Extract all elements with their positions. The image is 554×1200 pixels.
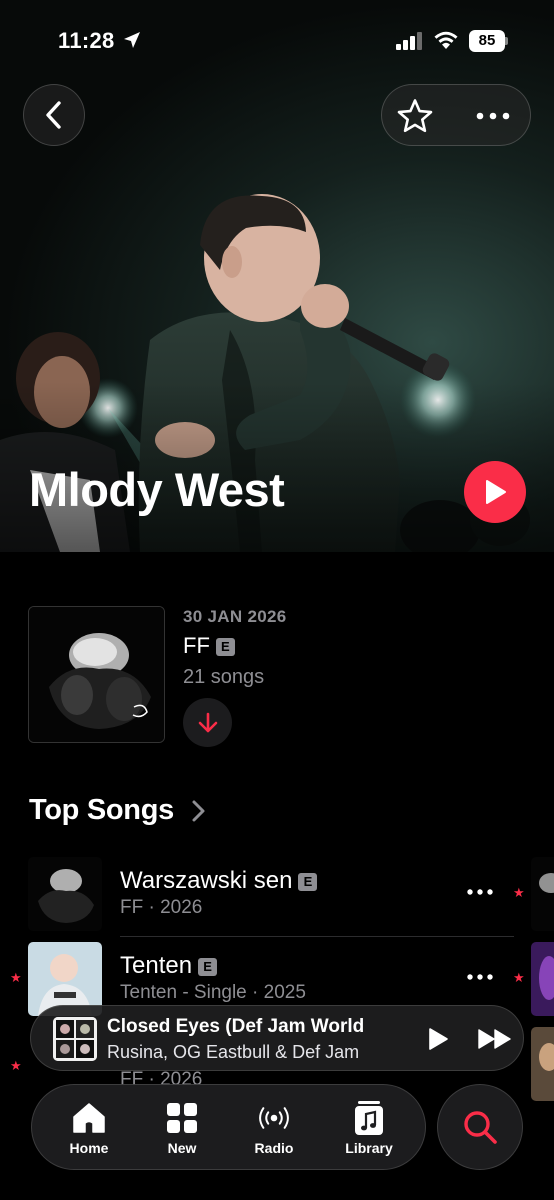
status-time: 11:28: [58, 28, 115, 53]
chevron-left-icon: [46, 101, 61, 129]
song-row[interactable]: Warszawski sen E FF · 2026 ★: [0, 855, 554, 935]
release-title-text: FF: [183, 633, 210, 658]
row-divider: [120, 936, 514, 937]
next-column-artwork[interactable]: [531, 1027, 554, 1101]
wifi-icon: [434, 31, 458, 49]
battery-tip: [505, 37, 508, 45]
ellipsis-icon: [467, 889, 493, 895]
now-playing-title: Closed Eyes (Def Jam World: [107, 1016, 365, 1037]
song-title: Tenten E: [120, 952, 218, 980]
library-icon: [351, 1101, 387, 1135]
song-artwork-image: [531, 1027, 554, 1101]
explicit-badge: E: [215, 638, 235, 656]
play-icon: [486, 480, 506, 504]
favorite-star-icon: ★: [10, 1058, 22, 1073]
ellipsis-icon: [476, 112, 510, 120]
explicit-badge: E: [198, 958, 218, 976]
song-title-text: Warszawski sen: [120, 867, 293, 894]
location-arrow-icon: [124, 32, 140, 48]
release-title[interactable]: FF E: [183, 633, 235, 659]
fast-forward-icon: [478, 1029, 511, 1049]
favorite-star-icon: ★: [10, 970, 22, 985]
tab-bar: Home New Radio Library: [31, 1084, 426, 1170]
header-actions: [381, 84, 531, 146]
play-icon: [429, 1028, 448, 1050]
tab-label: Home: [69, 1140, 109, 1156]
song-title-text: Tenten: [120, 952, 193, 979]
tab-label: Radio: [254, 1140, 294, 1156]
song-artwork-image: [28, 857, 102, 931]
now-playing-artist: Rusina, OG Eastbull & Def Jam: [107, 1042, 360, 1062]
now-playing-artwork: [53, 1017, 97, 1061]
status-bar: 11:28 85: [0, 0, 554, 80]
chevron-right-icon[interactable]: [190, 799, 206, 823]
song-artwork-image: [531, 857, 554, 931]
search-button[interactable]: [437, 1084, 523, 1170]
home-icon: [71, 1101, 107, 1135]
arrow-down-icon: [198, 712, 217, 732]
song-title: Warszawski sen E: [120, 867, 318, 895]
more-options-button[interactable]: [470, 93, 516, 139]
tab-home[interactable]: Home: [44, 1085, 134, 1171]
now-playing-artwork-image: [53, 1017, 97, 1061]
radio-icon: [256, 1101, 292, 1135]
song-artwork: [28, 857, 102, 931]
play-artist-button[interactable]: [464, 461, 526, 523]
song-subtitle: FF · 2026: [120, 897, 203, 918]
back-button[interactable]: [23, 84, 85, 146]
grid-icon: [164, 1101, 200, 1135]
star-icon: [397, 99, 433, 133]
next-track-button[interactable]: [475, 1024, 515, 1054]
favorite-star-icon: ★: [513, 970, 525, 985]
download-button[interactable]: [183, 698, 232, 747]
release-song-count: 21 songs: [183, 666, 265, 688]
song-subtitle: Tenten - Single · 2025: [120, 982, 306, 1003]
latest-release-artwork[interactable]: [28, 606, 165, 743]
explicit-badge: E: [298, 873, 318, 891]
artist-name: Mlody West: [29, 463, 285, 516]
tab-new[interactable]: New: [137, 1085, 227, 1171]
release-date: 30 JAN 2026: [183, 607, 287, 626]
album-cover-image: [29, 607, 164, 742]
tab-radio[interactable]: Radio: [229, 1085, 319, 1171]
mini-player[interactable]: Closed Eyes (Def Jam World Rusina, OG Ea…: [30, 1005, 524, 1071]
tab-library[interactable]: Library: [324, 1085, 414, 1171]
favorite-star-icon: ★: [513, 885, 525, 900]
tab-label: New: [167, 1140, 197, 1156]
song-more-button[interactable]: [462, 962, 498, 992]
ellipsis-icon: [467, 974, 493, 980]
song-more-button[interactable]: [462, 877, 498, 907]
top-songs-heading[interactable]: Top Songs: [29, 794, 174, 827]
play-pause-button[interactable]: [423, 1024, 453, 1054]
favorite-button[interactable]: [392, 93, 438, 139]
battery-indicator: 85: [469, 30, 505, 52]
cellular-signal-icon: [396, 32, 422, 50]
search-icon: [464, 1111, 497, 1144]
song-artwork-image: [531, 942, 554, 1016]
next-column-artwork[interactable]: [531, 857, 554, 931]
tab-label: Library: [345, 1140, 393, 1156]
next-column-artwork[interactable]: [531, 942, 554, 1016]
